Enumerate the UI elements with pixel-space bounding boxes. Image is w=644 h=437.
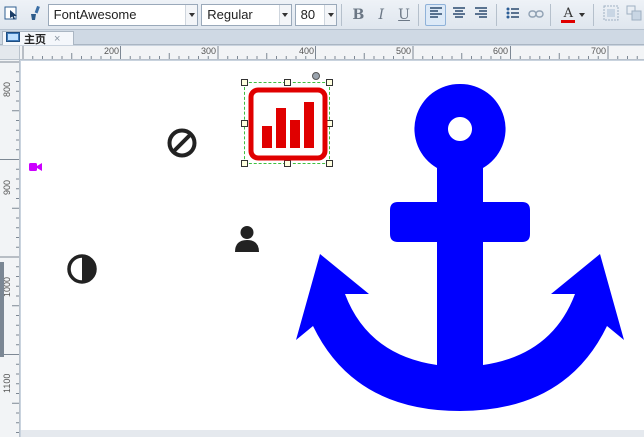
- ruler-top-label: 600: [493, 46, 509, 56]
- ruler-top-label: 400: [299, 46, 315, 56]
- font-color-button[interactable]: A: [557, 4, 589, 26]
- link-button[interactable]: [526, 4, 547, 26]
- font-color-swatch: [561, 19, 576, 23]
- ruler-corner: [0, 46, 20, 60]
- align-right-icon: [474, 7, 488, 22]
- rotate-handle[interactable]: [312, 72, 320, 80]
- font-size-select[interactable]: 80: [294, 3, 338, 26]
- bold-button[interactable]: B: [348, 4, 369, 26]
- chevron-down-icon: [278, 4, 291, 25]
- group-icon: [603, 5, 619, 24]
- list-icon: [506, 7, 520, 22]
- video-camera-icon[interactable]: [29, 161, 43, 173]
- resize-handle[interactable]: [284, 79, 291, 86]
- resize-handle[interactable]: [241, 120, 248, 127]
- ruler-left: 800 900 1000 1100: [0, 60, 20, 437]
- font-style-value: Regular: [207, 7, 253, 22]
- resize-handle[interactable]: [241, 79, 248, 86]
- ban-icon[interactable]: [166, 127, 198, 159]
- bullet-list-button[interactable]: [503, 4, 524, 26]
- font-style-select[interactable]: Regular: [201, 3, 292, 26]
- panel-resize-handle[interactable]: [0, 262, 4, 357]
- font-color-icon: A: [561, 5, 576, 23]
- ruler-top: 200 300 400 500 600 700: [20, 46, 644, 60]
- ruler-left-label: 900: [2, 179, 12, 195]
- align-left-button[interactable]: [425, 3, 447, 26]
- horizontal-scrollbar[interactable]: [21, 430, 644, 437]
- font-family-value: FontAwesome: [53, 7, 137, 22]
- italic-button[interactable]: I: [371, 4, 392, 26]
- chevron-down-icon: [579, 12, 586, 17]
- tab-strip: 主页 ×: [0, 30, 644, 46]
- underline-button[interactable]: U: [394, 4, 415, 26]
- pointer-edit-icon: [4, 5, 20, 24]
- pointer-tool-button[interactable]: [2, 4, 23, 26]
- group-button[interactable]: [600, 4, 621, 26]
- toolbar-separator: [495, 3, 497, 26]
- align-right-button[interactable]: [471, 4, 492, 26]
- anchor-icon[interactable]: [294, 82, 626, 411]
- ungroup-button[interactable]: [623, 4, 644, 26]
- brush-tool-button[interactable]: [25, 4, 46, 26]
- align-center-button[interactable]: [448, 4, 469, 26]
- tab-home[interactable]: 主页 ×: [2, 31, 74, 46]
- ruler-top-label: 500: [396, 46, 412, 56]
- brush-icon: [27, 5, 43, 24]
- ruler-top-label: 200: [104, 46, 120, 56]
- align-left-icon: [429, 7, 443, 22]
- chevron-down-icon: [185, 4, 198, 25]
- font-family-select[interactable]: FontAwesome: [47, 3, 199, 26]
- ungroup-icon: [626, 5, 642, 24]
- close-icon[interactable]: ×: [54, 33, 60, 45]
- page-icon: [6, 32, 20, 45]
- chevron-down-icon: [324, 4, 337, 25]
- design-canvas[interactable]: [21, 61, 644, 437]
- link-icon: [528, 8, 544, 22]
- ruler-top-label: 700: [591, 46, 607, 56]
- ruler-top-label: 300: [201, 46, 217, 56]
- align-center-icon: [452, 7, 466, 22]
- toolbar-separator: [593, 3, 595, 26]
- font-color-letter: A: [563, 5, 574, 21]
- ruler-left-label: 1100: [2, 373, 12, 393]
- toolbar-separator: [341, 3, 343, 26]
- user-icon[interactable]: [234, 225, 260, 253]
- font-size-value: 80: [300, 7, 316, 22]
- toolbar-separator: [550, 3, 552, 26]
- resize-handle[interactable]: [241, 160, 248, 167]
- tab-home-label: 主页: [24, 33, 46, 46]
- ruler-left-label: 800: [2, 81, 12, 97]
- toolbar: FontAwesome Regular 80 B I U A: [0, 0, 644, 30]
- toolbar-separator: [418, 3, 420, 26]
- adjust-icon[interactable]: [66, 253, 98, 285]
